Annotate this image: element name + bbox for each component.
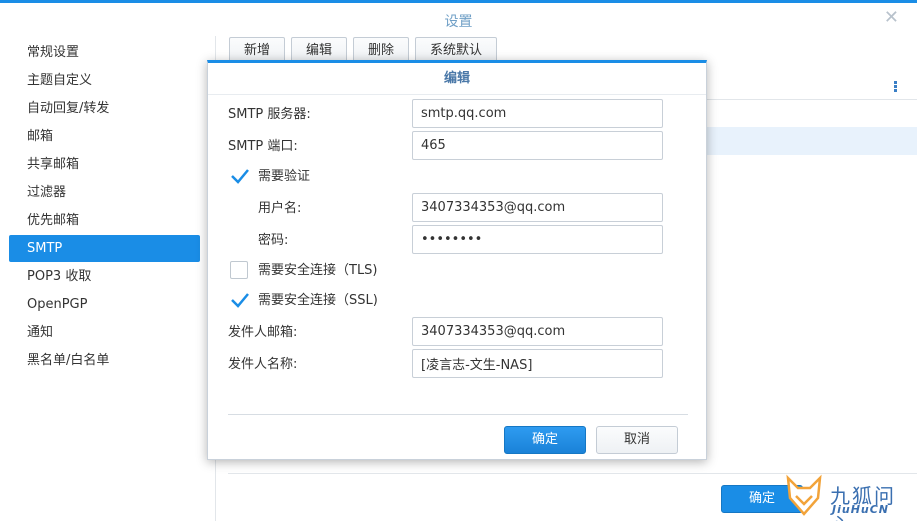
dialog-cancel-button[interactable]: 取消 bbox=[596, 426, 678, 454]
sidebar-item-priority-mailbox[interactable]: 优先邮箱 bbox=[9, 207, 200, 234]
checkmark-icon bbox=[231, 293, 249, 308]
watermark-en-text: JiuHuCN bbox=[832, 503, 890, 516]
smtp-server-label: SMTP 服务器: bbox=[228, 107, 311, 122]
sidebar-item-filters[interactable]: 过滤器 bbox=[9, 179, 200, 206]
sidebar-item-auto-reply[interactable]: 自动回复/转发 bbox=[9, 95, 200, 122]
ssl-checkbox[interactable] bbox=[230, 291, 249, 309]
dialog-title: 编辑 bbox=[208, 63, 706, 95]
sender-email-label: 发件人邮箱: bbox=[228, 325, 298, 340]
edit-smtp-dialog: 编辑 SMTP 服务器: SMTP 端口: 需要验证 用户名: 密码: 需要安全… bbox=[207, 60, 707, 460]
username-input[interactable] bbox=[412, 193, 663, 222]
smtp-port-label: SMTP 端口: bbox=[228, 139, 298, 154]
window-title: 设置 bbox=[444, 14, 473, 30]
dialog-ok-button[interactable]: 确定 bbox=[504, 426, 586, 454]
password-input[interactable] bbox=[412, 225, 663, 254]
tls-label: 需要安全连接（TLS) bbox=[258, 263, 378, 278]
sidebar-item-general[interactable]: 常规设置 bbox=[9, 39, 200, 66]
sidebar-item-openpgp[interactable]: OpenPGP bbox=[9, 291, 200, 318]
smtp-server-input[interactable] bbox=[412, 99, 663, 128]
smtp-port-input[interactable] bbox=[412, 131, 663, 160]
sidebar-item-shared-mailbox[interactable]: 共享邮箱 bbox=[9, 151, 200, 178]
column-menu-icon[interactable] bbox=[894, 81, 897, 93]
sidebar-item-pop3[interactable]: POP3 收取 bbox=[9, 263, 200, 290]
window-title-bar: 设置 ✕ bbox=[0, 3, 917, 36]
dialog-divider bbox=[228, 414, 688, 415]
require-auth-label: 需要验证 bbox=[258, 169, 311, 184]
require-auth-checkbox[interactable] bbox=[230, 167, 249, 185]
checkmark-icon bbox=[231, 169, 249, 184]
ssl-label: 需要安全连接（SSL) bbox=[258, 293, 378, 308]
sidebar-item-notifications[interactable]: 通知 bbox=[9, 319, 200, 346]
sender-name-label: 发件人名称: bbox=[228, 357, 298, 372]
sidebar-item-mailbox[interactable]: 邮箱 bbox=[9, 123, 200, 150]
sidebar-item-theme[interactable]: 主题自定义 bbox=[9, 67, 200, 94]
close-icon[interactable]: ✕ bbox=[884, 9, 899, 27]
sender-name-input[interactable] bbox=[412, 349, 663, 378]
sidebar-item-blacklist[interactable]: 黑名单/白名单 bbox=[9, 347, 200, 374]
fox-logo-icon bbox=[786, 474, 822, 516]
sender-email-input[interactable] bbox=[412, 317, 663, 346]
settings-sidebar: 常规设置 主题自定义 自动回复/转发 邮箱 共享邮箱 过滤器 优先邮箱 SMTP… bbox=[0, 36, 216, 521]
username-label: 用户名: bbox=[258, 201, 302, 216]
watermark: 九狐问心 JiuHuCN bbox=[780, 470, 917, 521]
password-label: 密码: bbox=[258, 233, 289, 248]
tls-checkbox[interactable] bbox=[230, 261, 248, 279]
sidebar-item-smtp[interactable]: SMTP bbox=[9, 235, 200, 262]
